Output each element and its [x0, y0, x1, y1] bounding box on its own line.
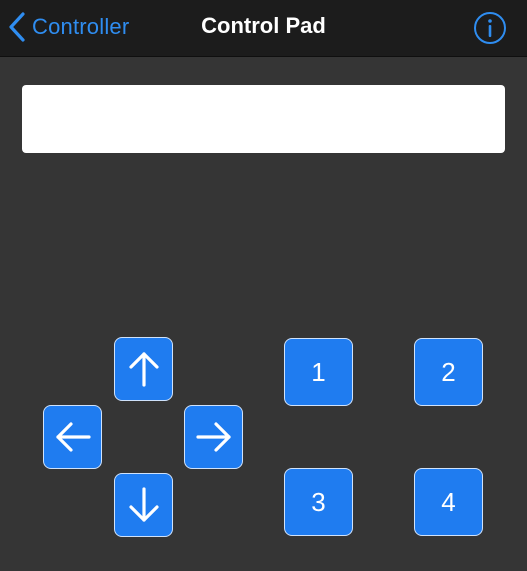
up-arrow-button[interactable] [114, 337, 173, 401]
display-text-field[interactable] [22, 85, 505, 153]
back-button[interactable]: Controller [8, 10, 129, 44]
arrow-up-icon [127, 350, 161, 388]
button-4[interactable]: 4 [414, 468, 483, 536]
arrow-right-icon [195, 420, 233, 454]
right-arrow-button[interactable] [184, 405, 243, 469]
arrow-left-icon [54, 420, 92, 454]
back-button-label: Controller [32, 14, 130, 39]
down-arrow-button[interactable] [114, 473, 173, 537]
arrow-down-icon [127, 486, 161, 524]
button-2[interactable]: 2 [414, 338, 483, 406]
left-arrow-button[interactable] [43, 405, 102, 469]
button-3[interactable]: 3 [284, 468, 353, 536]
chevron-left-icon [8, 12, 26, 42]
button-1[interactable]: 1 [284, 338, 353, 406]
info-button[interactable] [473, 11, 507, 45]
info-circle-icon [473, 11, 507, 45]
navigation-bar: Controller Control Pad [0, 0, 527, 57]
